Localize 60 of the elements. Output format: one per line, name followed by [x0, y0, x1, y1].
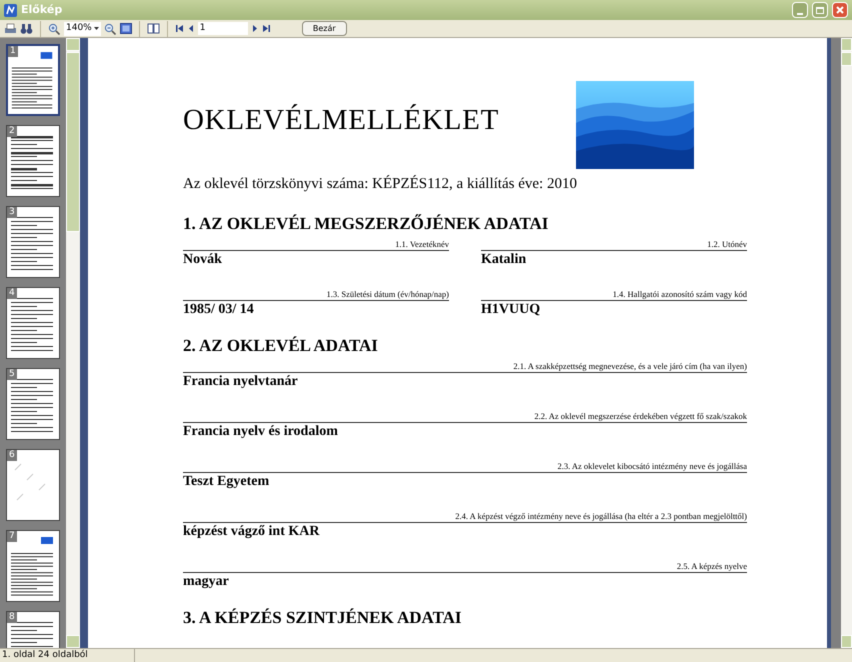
page-thumbnail[interactable]: 7 [6, 530, 60, 602]
book-icon[interactable] [146, 23, 160, 34]
document-title: OKLEVÉLMELLÉKLET [183, 104, 500, 138]
close-icon [835, 5, 845, 15]
field-label: 2.4. A képzést végző intézmény neve és jogállása (ha eltér a 2.3 pontban megjelölttől) [454, 510, 747, 522]
print-icon[interactable] [4, 22, 17, 34]
close-preview-button[interactable]: Bezár [302, 21, 347, 36]
page-number: 5 [7, 369, 17, 380]
field-label: 2.5. A képzés nyelve [676, 560, 747, 572]
close-button[interactable] [832, 2, 848, 18]
window-title: Előkép [21, 2, 62, 18]
page-number: 8 [7, 612, 17, 623]
previous-page-icon[interactable] [186, 24, 195, 33]
field-value: Francia nyelvtanár [183, 372, 299, 390]
status-text: 1. oldal 24 oldalból [0, 649, 135, 662]
field-value: Novák [183, 250, 223, 268]
page-thumbnail[interactable]: 5 [6, 368, 60, 440]
field-value: Francia nyelv és irodalom [183, 422, 339, 440]
field-label: 1.3. Születési dátum (év/hónap/nap) [325, 288, 449, 300]
section-heading: 3. A KÉPZÉS SZINTJÉNEK ADATAI [183, 608, 463, 628]
field-label: 2.1. A szakképzettség megnevezése, és a vele járó cím (ha van ilyen) [512, 360, 747, 372]
field-label: 1.1. Vezetéknév [394, 238, 449, 250]
zoom-in-icon[interactable] [48, 22, 61, 34]
app-icon [4, 4, 17, 16]
field-label: 1.2. Utónév [706, 238, 747, 250]
document-subtitle: Az oklevél törzskönyvi száma: KÉPZÉS112, a kiállítás éve: 2010 [183, 174, 578, 194]
page-number: 3 [7, 207, 17, 218]
page-thumbnail[interactable]: 4 [6, 287, 60, 359]
binoculars-icon[interactable] [20, 22, 33, 34]
field-value: Katalin [481, 250, 528, 268]
zoom-dropdown[interactable]: 140% [64, 22, 101, 36]
page-number: 6 [7, 450, 17, 461]
page-number-field[interactable]: 1 [198, 22, 248, 35]
section-heading: 2. AZ OKLEVÉL ADATAI [183, 336, 379, 356]
page-number: 4 [7, 288, 17, 299]
page-thumbnail[interactable]: 3 [6, 206, 60, 278]
field-label: 1.4. Hallgatói azonosító szám vagy kód [612, 288, 747, 300]
first-page-icon[interactable] [174, 24, 184, 33]
thumbnail-scrollbar[interactable] [66, 38, 80, 648]
field-label: 2.2. Az oklevél megszerzése érdekében végzett fő szak/szakok [533, 410, 747, 422]
page-thumbnail[interactable]: 2 [6, 125, 60, 197]
section-heading: 1. AZ OKLEVÉL MEGSZERZŐJÉNEK ADATAI [183, 214, 550, 234]
page-number: 2 [7, 126, 17, 137]
page-number: 1 [8, 46, 18, 57]
field-value: képzést vágző int KAR [183, 522, 321, 540]
zoom-out-icon[interactable] [104, 22, 117, 34]
page-thumbnail[interactable]: 8 [6, 611, 60, 648]
last-page-icon[interactable] [262, 24, 271, 33]
page-view-icon[interactable] [120, 23, 132, 34]
field-value: 1985/ 03/ 14 [183, 300, 255, 318]
field-value: H1VUUQ [481, 300, 542, 318]
caret-icon [94, 27, 99, 30]
page-thumbnail[interactable]: 1 [6, 44, 60, 116]
field-label: 2.3. Az oklevelet kibocsátó intézmény neve és jogállása [556, 460, 747, 472]
page-thumbnail[interactable]: 6 [6, 449, 60, 521]
field-value: magyar [183, 572, 230, 590]
page-number: 7 [7, 531, 17, 542]
document-scrollbar[interactable] [841, 38, 852, 648]
field-value: Teszt Egyetem [183, 472, 270, 490]
next-page-icon[interactable] [250, 24, 259, 33]
